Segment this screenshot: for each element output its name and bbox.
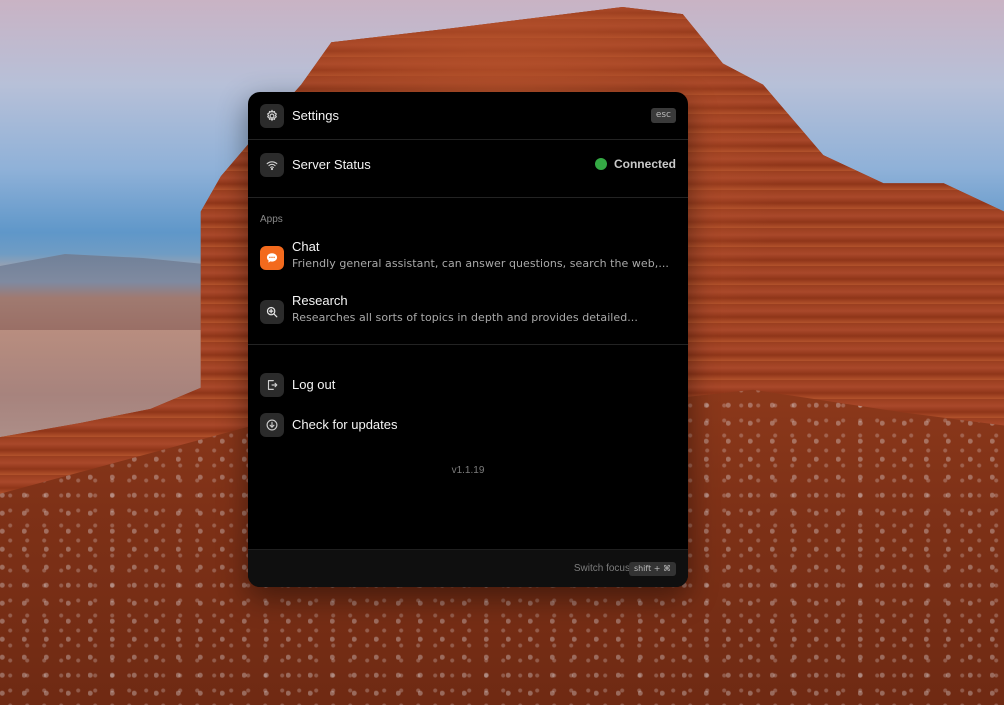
chat-bubble-icon xyxy=(260,246,284,270)
divider xyxy=(248,197,688,198)
switch-focus-label: Switch focus xyxy=(573,563,630,574)
server-status-label: Server Status xyxy=(292,157,371,172)
logout-label: Log out xyxy=(292,377,336,392)
app-item-chat[interactable]: Chat Friendly general assistant, can ans… xyxy=(248,239,688,279)
check-updates-button[interactable]: Check for updates xyxy=(248,413,688,437)
app-title: Chat xyxy=(292,239,320,254)
menu-panel: Settings esc Server Status Connected App… xyxy=(248,92,688,587)
settings-item[interactable]: Settings esc xyxy=(248,103,688,129)
status-text: Connected xyxy=(613,157,676,171)
app-title: Research xyxy=(292,293,348,308)
connection-status: Connected xyxy=(594,157,676,171)
switch-focus-shortcut-badge: shift + ⌘ xyxy=(628,562,676,576)
check-updates-label: Check for updates xyxy=(292,417,398,432)
logout-icon xyxy=(260,373,284,397)
download-icon xyxy=(260,413,284,437)
esc-shortcut-badge: esc xyxy=(650,108,676,123)
gear-icon xyxy=(260,104,284,128)
footer-bar: Switch focus shift + ⌘ xyxy=(248,549,688,587)
server-status-item: Server Status Connected xyxy=(248,152,688,178)
divider xyxy=(248,344,688,345)
app-item-research[interactable]: Research Researches all sorts of topics … xyxy=(248,293,688,333)
divider xyxy=(248,139,688,140)
app-description: Researches all sorts of topics in depth … xyxy=(292,311,638,324)
app-description: Friendly general assistant, can answer q… xyxy=(292,257,669,270)
version-label: v1.1.19 xyxy=(451,465,485,476)
settings-label: Settings xyxy=(292,108,339,123)
wifi-icon xyxy=(260,153,284,177)
logout-button[interactable]: Log out xyxy=(248,373,688,397)
status-dot xyxy=(594,158,607,170)
magnifier-plus-icon xyxy=(260,300,284,324)
apps-section-label: Apps xyxy=(260,214,283,225)
